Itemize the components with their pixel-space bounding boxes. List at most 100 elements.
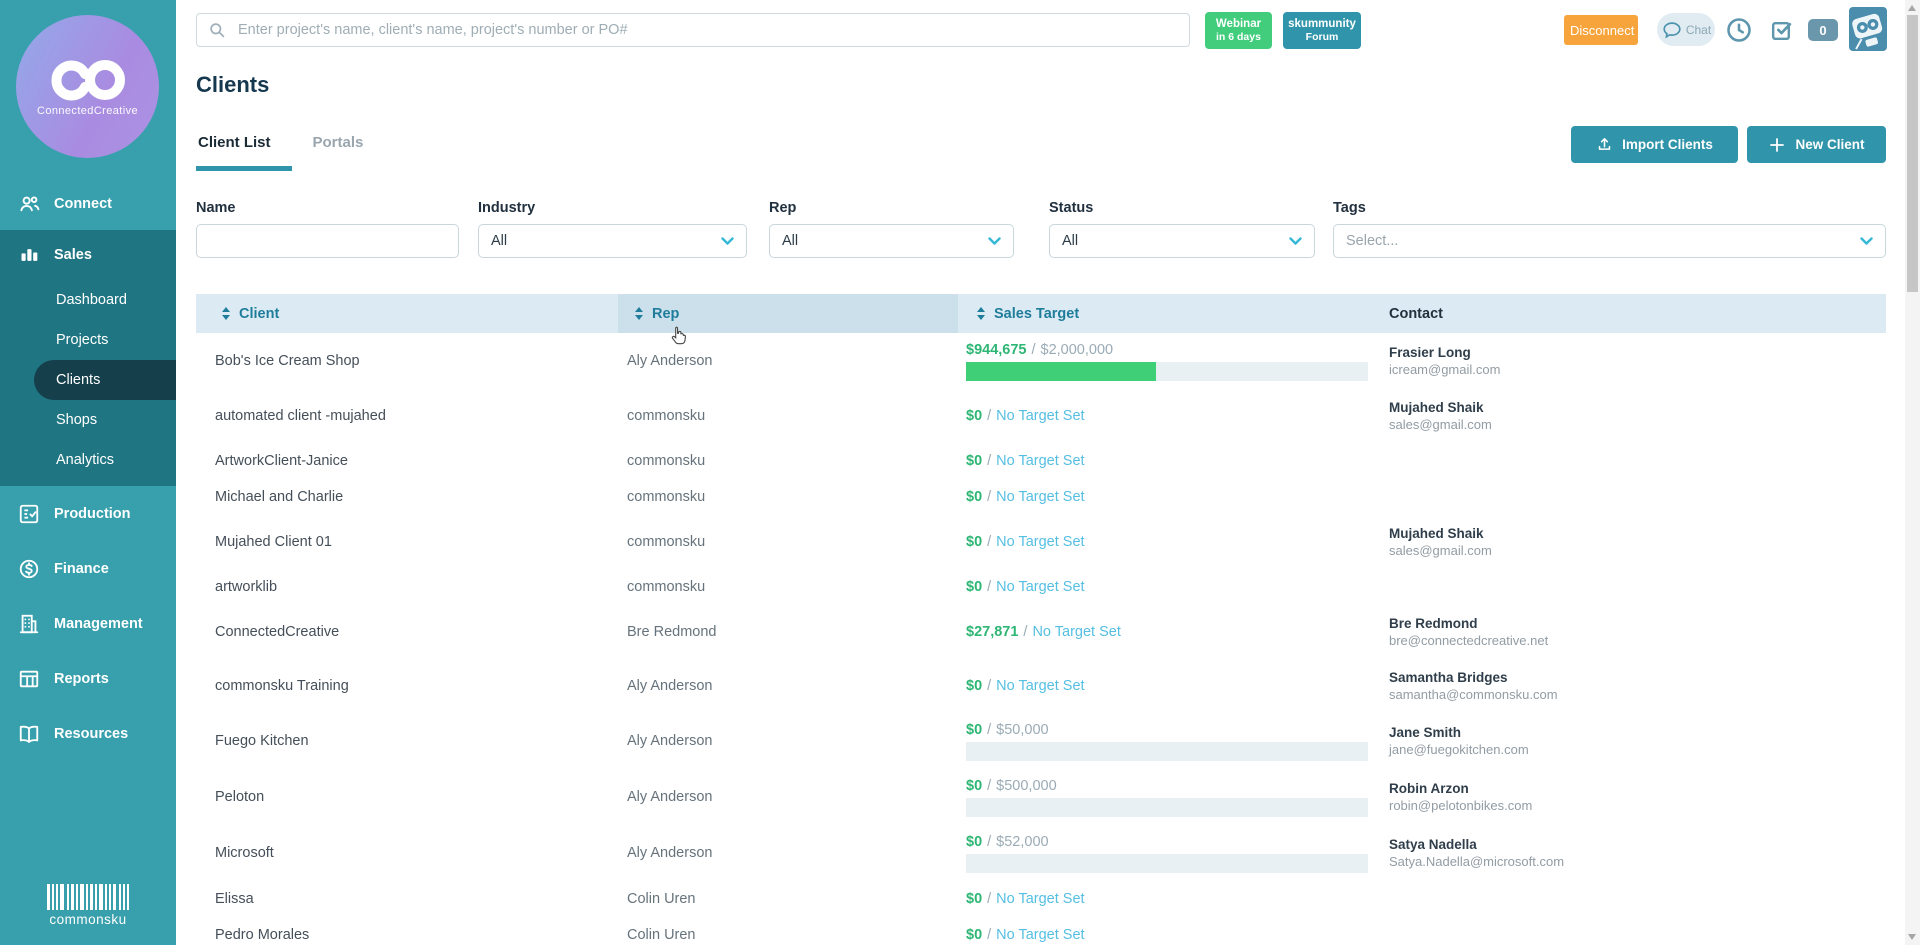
sidebar-item-sales[interactable]: Sales xyxy=(0,230,176,280)
sidebar-item-production[interactable]: Production xyxy=(0,486,176,541)
scroll-down-arrow[interactable] xyxy=(1908,934,1916,940)
table-row[interactable]: ArtworkClient-Janicecommonsku$0/No Targe… xyxy=(196,443,1886,479)
contact-email: sales@gmail.com xyxy=(1389,543,1492,558)
industry-select[interactable]: All xyxy=(478,224,747,258)
contact-name: Satya Nadella xyxy=(1389,837,1477,852)
sales-amount: $0 xyxy=(966,579,982,595)
client-name[interactable]: automated client -mujahed xyxy=(215,408,386,424)
no-target-set-link[interactable]: No Target Set xyxy=(996,453,1084,469)
sales-amount: $944,675 xyxy=(966,342,1026,358)
client-name[interactable]: Microsoft xyxy=(215,845,274,861)
sidebar-item-reports[interactable]: Reports xyxy=(0,651,176,706)
sales-target-value: $0/No Target Set xyxy=(966,678,1368,694)
no-target-set-link[interactable]: No Target Set xyxy=(996,489,1084,505)
tenant-logo[interactable]: ConnectedCreative xyxy=(16,15,159,158)
contact-name: Jane Smith xyxy=(1389,725,1461,740)
client-name[interactable]: commonsku Training xyxy=(215,678,349,694)
rep-name: Aly Anderson xyxy=(627,678,712,694)
sidebar-item-management[interactable]: Management xyxy=(0,596,176,651)
no-target-set-link[interactable]: No Target Set xyxy=(996,891,1084,907)
name-filter-input[interactable] xyxy=(209,232,446,250)
sidebar-item-clients[interactable]: Clients xyxy=(34,360,176,400)
sidebar-item-dashboard[interactable]: Dashboard xyxy=(0,280,176,320)
client-name[interactable]: Michael and Charlie xyxy=(215,489,343,505)
sales-amount: $0 xyxy=(966,453,982,469)
no-target-set-link[interactable]: No Target Set xyxy=(1032,624,1120,640)
target-amount: $2,000,000 xyxy=(1041,342,1114,358)
tab-portals[interactable]: Portals xyxy=(311,130,366,155)
client-name[interactable]: Pedro Morales xyxy=(215,927,309,943)
no-target-set-link[interactable]: No Target Set xyxy=(996,927,1084,943)
rep-select[interactable]: All xyxy=(769,224,1014,258)
client-name[interactable]: Peloton xyxy=(215,789,264,805)
contact-name: Samantha Bridges xyxy=(1389,670,1508,685)
import-clients-button[interactable]: Import Clients xyxy=(1571,126,1738,163)
sales-target-value: $0/No Target Set xyxy=(966,579,1368,595)
filter-name: Name xyxy=(196,200,459,258)
table-icon xyxy=(17,668,41,690)
tags-select[interactable]: Select... xyxy=(1333,224,1886,258)
sidebar-item-connect[interactable]: Connect xyxy=(0,178,176,230)
app-root: ConnectedCreative ConnectSalesDashboardP… xyxy=(0,0,1920,945)
sidebar-item-finance[interactable]: Finance xyxy=(0,541,176,596)
sales-amount: $27,871 xyxy=(966,624,1018,640)
filter-status-label: Status xyxy=(1049,200,1315,216)
client-name[interactable]: Mujahed Client 01 xyxy=(215,534,332,550)
table-row[interactable]: Bob's Ice Cream ShopAly Anderson$944,675… xyxy=(196,333,1886,389)
scrollbar-thumb[interactable] xyxy=(1907,15,1918,292)
chevron-down-icon xyxy=(1860,237,1873,246)
table-row[interactable]: automated client -mujahedcommonsku$0/No … xyxy=(196,389,1886,443)
sales-amount: $0 xyxy=(966,778,982,794)
client-name[interactable]: artworklib xyxy=(215,579,277,595)
table-body: Bob's Ice Cream Shop Aly Anderson $944,675… xyxy=(196,333,1886,945)
sales-target-value: $0/No Target Set xyxy=(966,534,1368,550)
sidebar-item-resources[interactable]: Resources xyxy=(0,706,176,761)
table-row[interactable]: PelotonAly Anderson$0/$500,000Robin Arzo… xyxy=(196,769,1886,825)
bar-chart-icon xyxy=(17,245,41,265)
column-header-rep[interactable]: Rep xyxy=(618,294,958,333)
no-target-set-link[interactable]: No Target Set xyxy=(996,408,1084,424)
sidebar-item-analytics[interactable]: Analytics xyxy=(0,440,176,480)
table-row[interactable]: Michael and Charliecommonsku$0/No Target… xyxy=(196,479,1886,515)
contact-email: samantha@commonsku.com xyxy=(1389,687,1558,702)
client-name[interactable]: Fuego Kitchen xyxy=(215,733,309,749)
sales-amount: $0 xyxy=(966,927,982,943)
people-icon xyxy=(17,193,41,216)
table-row[interactable]: Pedro MoralesColin Uren$0/No Target Set xyxy=(196,917,1886,945)
table-row[interactable]: artworklibcommonsku$0/No Target Set xyxy=(196,569,1886,605)
rep-name: Colin Uren xyxy=(627,927,696,943)
sidebar-item-projects[interactable]: Projects xyxy=(0,320,176,360)
client-name[interactable]: Elissa xyxy=(215,891,254,907)
rep-name: Aly Anderson xyxy=(627,845,712,861)
client-name[interactable]: ArtworkClient-Janice xyxy=(215,453,348,469)
sales-amount: $0 xyxy=(966,678,982,694)
no-target-set-link[interactable]: No Target Set xyxy=(996,534,1084,550)
table-row[interactable]: MicrosoftAly Anderson$0/$52,000Satya Nad… xyxy=(196,825,1886,881)
status-select[interactable]: All xyxy=(1049,224,1315,258)
table-row[interactable]: ElissaColin Uren$0/No Target Set xyxy=(196,881,1886,917)
checklist-icon xyxy=(17,503,41,525)
sales-progress-bar xyxy=(966,854,1368,873)
client-name[interactable]: Bob's Ice Cream Shop xyxy=(215,353,360,369)
no-target-set-link[interactable]: No Target Set xyxy=(996,678,1084,694)
new-client-button[interactable]: New Client xyxy=(1747,126,1886,163)
table-row[interactable]: Mujahed Client 01commonsku$0/No Target S… xyxy=(196,515,1886,569)
table-row[interactable]: commonsku Training Aly Anderson $0/No Targ… xyxy=(196,659,1886,713)
chevron-down-icon xyxy=(1289,237,1302,246)
filter-rep-label: Rep xyxy=(769,200,1014,216)
tab-client-list[interactable]: Client List xyxy=(196,130,273,155)
table-row[interactable]: Fuego KitchenAly Anderson$0/$50,000Jane … xyxy=(196,713,1886,769)
rep-name: Aly Anderson xyxy=(627,733,712,749)
tab-bar: Client List Portals xyxy=(196,130,365,155)
scroll-up-arrow[interactable] xyxy=(1908,5,1916,11)
column-header-contact: Contact xyxy=(1389,294,1886,333)
vertical-scrollbar[interactable] xyxy=(1905,0,1920,945)
sales-target-value: $0/No Target Set xyxy=(966,891,1368,907)
column-header-client[interactable]: Client xyxy=(196,294,618,333)
column-header-sales-target[interactable]: Sales Target xyxy=(958,294,1389,333)
sidebar-item-shops[interactable]: Shops xyxy=(0,400,176,440)
table-row[interactable]: ConnectedCreativeBre Redmond$27,871/No T… xyxy=(196,605,1886,659)
filter-industry: Industry All xyxy=(478,200,747,258)
no-target-set-link[interactable]: No Target Set xyxy=(996,579,1084,595)
client-name[interactable]: ConnectedCreative xyxy=(215,624,339,640)
